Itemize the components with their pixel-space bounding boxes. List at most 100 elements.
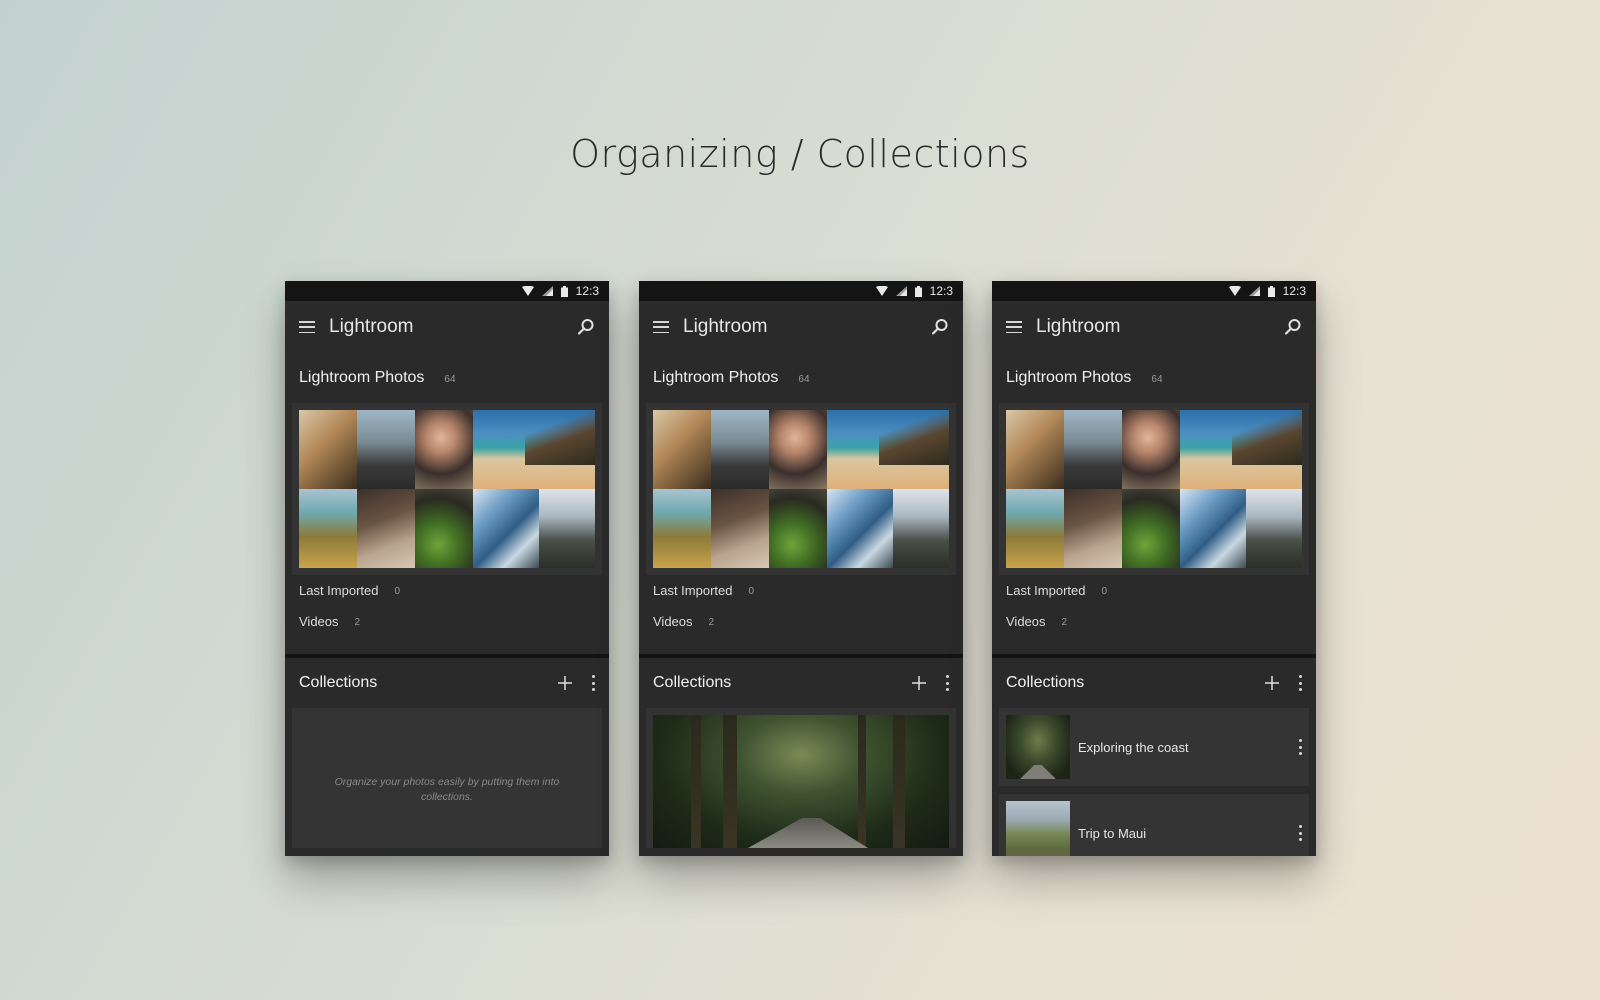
photo-thumbnail (769, 410, 827, 489)
collection-list-item[interactable]: Exploring the coast (999, 708, 1309, 786)
photo-thumbnail (1122, 489, 1180, 568)
status-time: 12:3 (929, 284, 953, 298)
library-header[interactable]: Lightroom Photos 64 (639, 353, 963, 403)
photo-thumbnail (1006, 489, 1064, 568)
plus-icon[interactable] (557, 675, 573, 691)
collection-name: Trip to Maui (1078, 825, 1147, 841)
collections-empty-state: Organize your photos easily by putting t… (292, 708, 602, 848)
phone-screen-empty: 12:3 Lightroom Lightroom Photos 64 Last … (285, 281, 609, 856)
plus-icon[interactable] (911, 675, 927, 691)
photo-thumbnail (893, 489, 949, 568)
app-bar: Lightroom (285, 301, 609, 353)
library-header[interactable]: Lightroom Photos 64 (992, 353, 1316, 403)
videos-count: 2 (708, 617, 715, 628)
kebab-menu-icon[interactable] (1298, 825, 1302, 841)
photo-thumbnail (1246, 489, 1302, 568)
photo-thumbnail (1064, 489, 1122, 568)
photo-mosaic-card[interactable] (999, 403, 1309, 575)
app-bar: Lightroom (639, 301, 963, 353)
cell-signal-icon (895, 286, 907, 296)
search-icon[interactable] (931, 318, 949, 336)
photo-thumbnail (653, 489, 711, 568)
search-icon[interactable] (1284, 318, 1302, 336)
photo-mosaic (299, 410, 595, 568)
status-time: 12:3 (575, 284, 599, 298)
battery-icon (1267, 285, 1275, 297)
battery-icon (560, 285, 568, 297)
photo-thumbnail (711, 410, 769, 489)
videos-row[interactable]: Videos 2 (285, 606, 609, 637)
hamburger-menu-icon[interactable] (653, 321, 669, 333)
last-imported-label: Last Imported (1006, 583, 1086, 598)
status-bar: 12:3 (992, 281, 1316, 301)
library-header[interactable]: Lightroom Photos 64 (285, 353, 609, 403)
photo-thumbnail (1180, 489, 1246, 568)
hamburger-menu-icon[interactable] (299, 321, 315, 333)
photo-thumbnail (711, 489, 769, 568)
photo-thumbnail (415, 410, 473, 489)
last-imported-label: Last Imported (653, 583, 733, 598)
photo-thumbnail (827, 489, 893, 568)
last-imported-label: Last Imported (299, 583, 379, 598)
app-title: Lightroom (1036, 316, 1121, 337)
photo-thumbnail (473, 410, 595, 489)
plus-icon[interactable] (1264, 675, 1280, 691)
status-bar: 12:3 (639, 281, 963, 301)
status-bar: 12:3 (285, 281, 609, 301)
collection-cover-image (653, 715, 949, 848)
photo-mosaic-card[interactable] (646, 403, 956, 575)
battery-icon (914, 285, 922, 297)
last-imported-count: 0 (748, 586, 755, 597)
kebab-menu-icon[interactable] (1298, 739, 1302, 755)
photo-thumbnail (827, 410, 949, 489)
last-imported-row[interactable]: Last Imported 0 (285, 575, 609, 606)
collection-name: Exploring the coast (1078, 739, 1189, 755)
cell-signal-icon (1248, 286, 1260, 296)
videos-label: Videos (299, 614, 339, 629)
page-title: Organizing / Collections (570, 132, 1030, 176)
photo-thumbnail (357, 489, 415, 568)
status-time: 12:3 (1282, 284, 1306, 298)
library-title: Lightroom Photos (653, 369, 779, 386)
last-imported-row[interactable]: Last Imported 0 (992, 575, 1316, 606)
library-title: Lightroom Photos (1006, 369, 1132, 386)
collections-header: Collections (285, 658, 609, 708)
kebab-menu-icon[interactable] (1298, 675, 1302, 691)
videos-row[interactable]: Videos 2 (992, 606, 1316, 637)
videos-label: Videos (1006, 614, 1046, 629)
collection-list-item[interactable]: Trip to Maui (999, 794, 1309, 856)
app-bar: Lightroom (992, 301, 1316, 353)
library-count: 64 (798, 374, 810, 385)
collection-thumbnail (1006, 715, 1070, 779)
photo-thumbnail (299, 489, 357, 568)
collections-header: Collections (992, 658, 1316, 708)
videos-count: 2 (354, 617, 361, 628)
kebab-menu-icon[interactable] (945, 675, 949, 691)
wifi-icon (1228, 286, 1241, 296)
photo-mosaic (653, 410, 949, 568)
photo-thumbnail (1122, 410, 1180, 489)
photo-thumbnail (357, 410, 415, 489)
photo-thumbnail (473, 489, 539, 568)
videos-row[interactable]: Videos 2 (639, 606, 963, 637)
kebab-menu-icon[interactable] (591, 675, 595, 691)
collections-title: Collections (653, 674, 732, 691)
last-imported-count: 0 (1101, 586, 1108, 597)
last-imported-row[interactable]: Last Imported 0 (639, 575, 963, 606)
empty-state-text: Organize your photos easily by putting t… (334, 776, 560, 803)
photo-thumbnail (653, 410, 711, 489)
last-imported-count: 0 (394, 586, 401, 597)
photo-mosaic (1006, 410, 1302, 568)
wifi-icon (875, 286, 888, 296)
collections-title: Collections (299, 674, 378, 691)
search-icon[interactable] (577, 318, 595, 336)
app-title: Lightroom (329, 316, 414, 337)
wifi-icon (521, 286, 534, 296)
photo-thumbnail (1006, 410, 1064, 489)
collection-cover-card[interactable] (646, 708, 956, 848)
hamburger-menu-icon[interactable] (1006, 321, 1022, 333)
photo-mosaic-card[interactable] (292, 403, 602, 575)
photo-thumbnail (299, 410, 357, 489)
phone-screen-featured: 12:3 Lightroom Lightroom Photos 64 Last … (639, 281, 963, 856)
app-title: Lightroom (683, 316, 768, 337)
